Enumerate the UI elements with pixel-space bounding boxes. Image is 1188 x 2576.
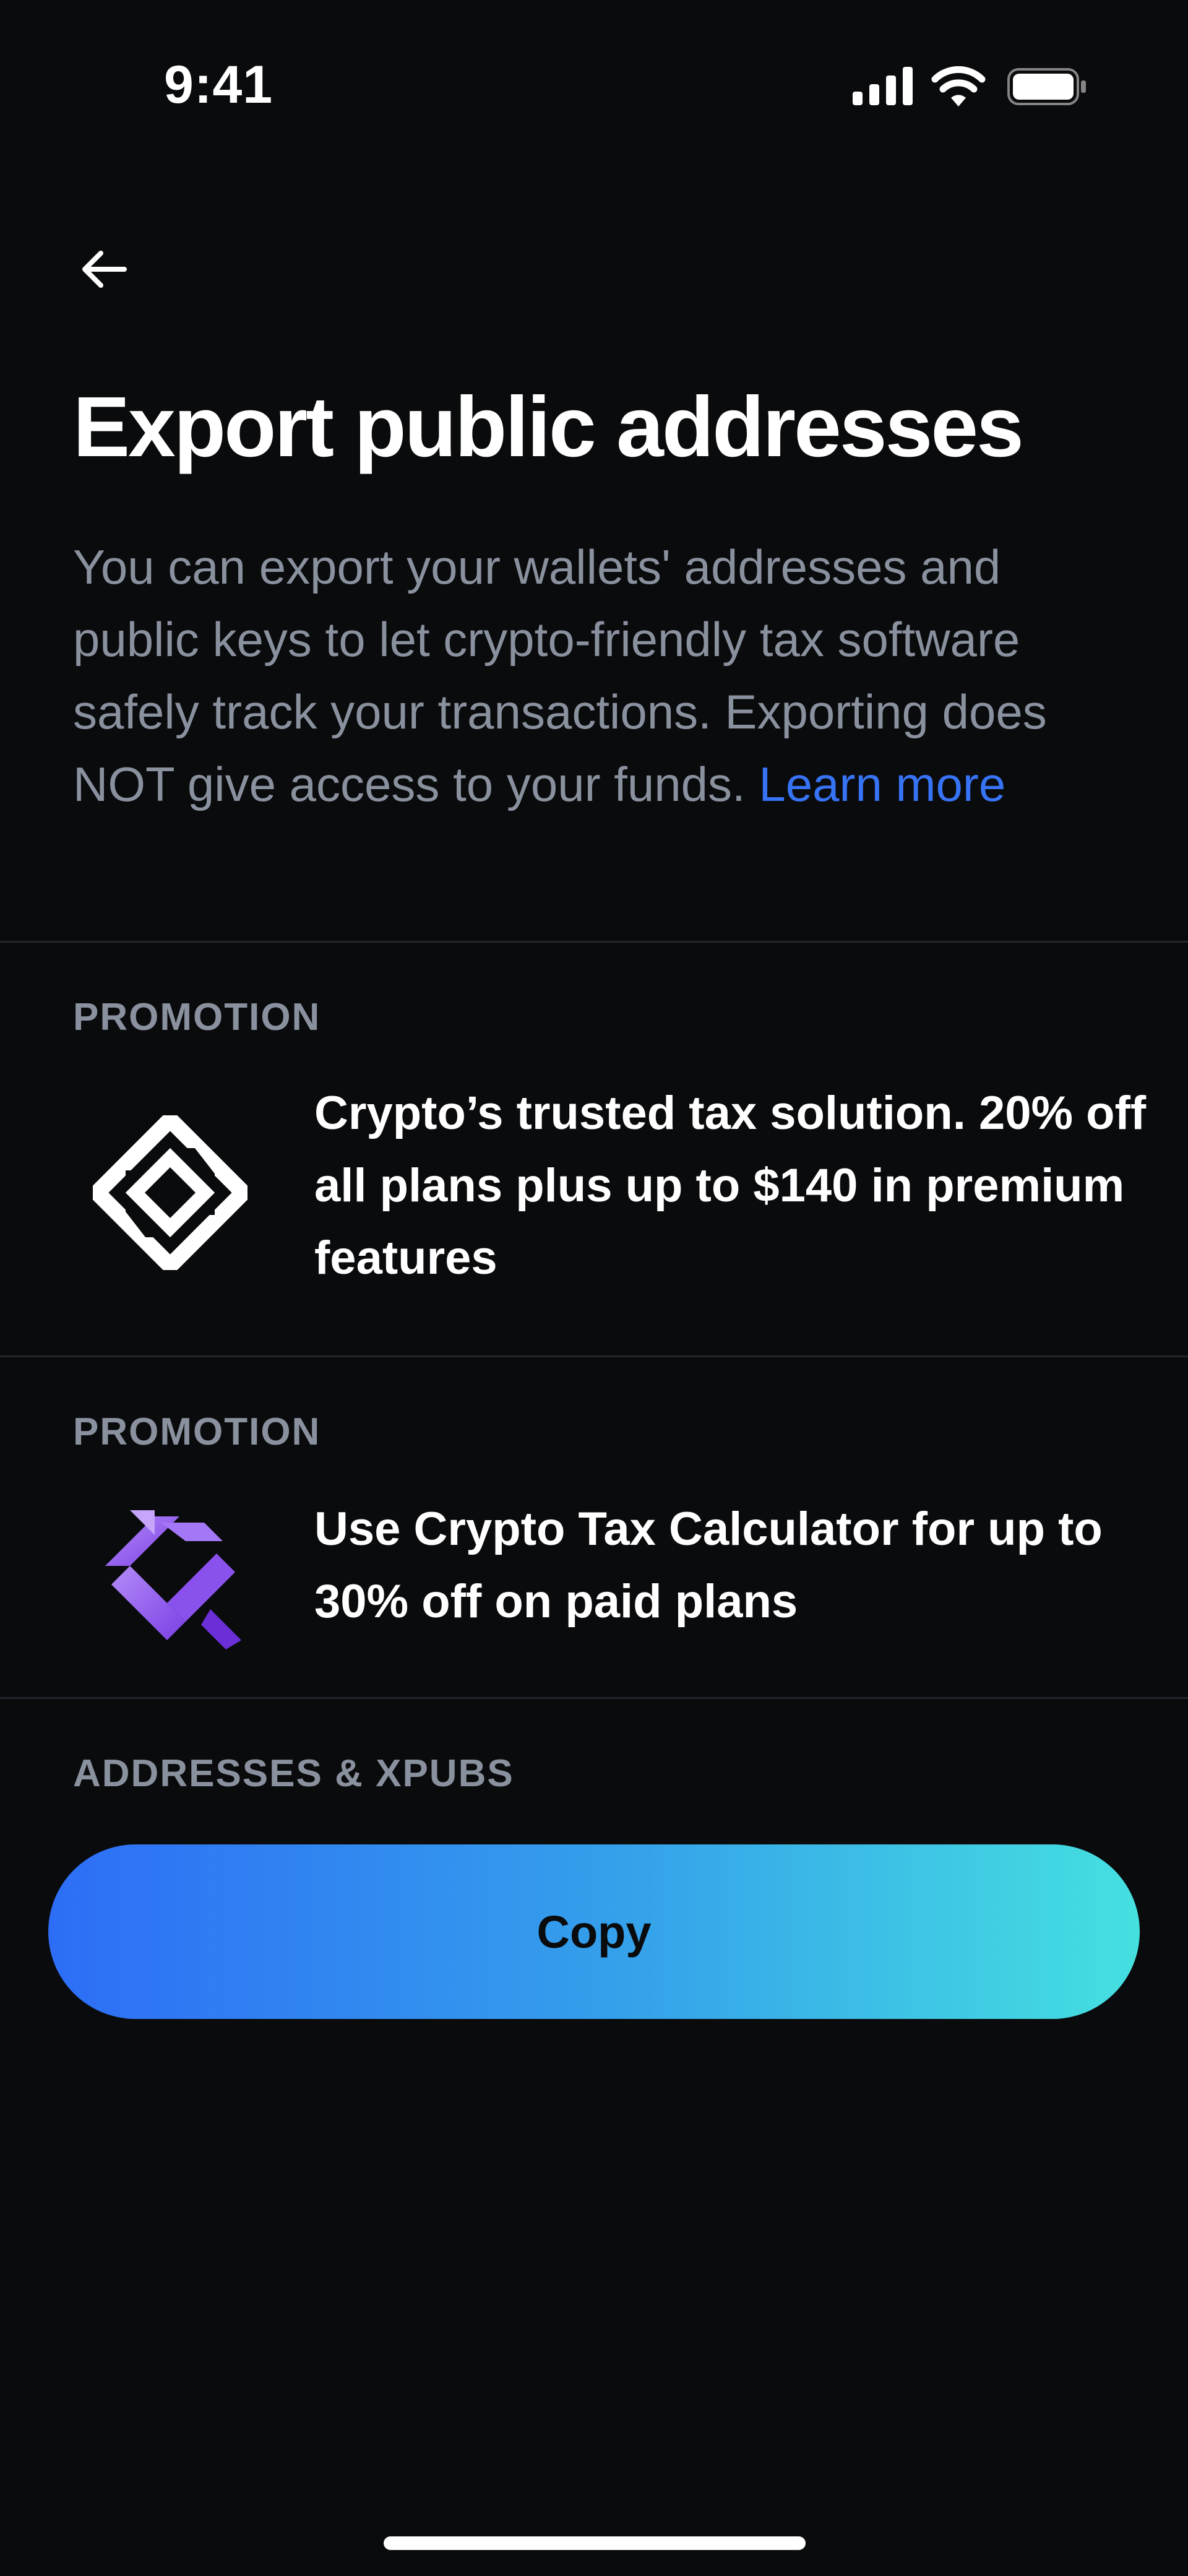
promotion-section-label: PROMOTION — [73, 996, 321, 1039]
status-bar: 9:41 — [0, 0, 1188, 173]
battery-icon — [1007, 68, 1086, 105]
promotion-item-tax-solution[interactable]: Crypto’s trusted tax solution. 20% off a… — [0, 1077, 1188, 1325]
status-time: 9:41 — [164, 55, 273, 115]
promotion-section-label: PROMOTION — [73, 1411, 321, 1453]
addresses-section-label: ADDRESSES & XPUBS — [73, 1752, 514, 1795]
wifi-icon — [931, 66, 986, 106]
home-indicator — [384, 2536, 806, 2550]
tax-solution-logo-icon — [93, 1115, 248, 1270]
divider — [0, 1355, 1188, 1357]
promotion-item-crypto-tax-calculator[interactable]: Use Crypto Tax Calculator for up to 30% … — [0, 1493, 1188, 1666]
page-title: Export public addresses — [73, 379, 1024, 475]
page-description: You can export your wallets' addresses a… — [73, 531, 1051, 821]
crypto-tax-calculator-logo-icon — [105, 1510, 241, 1649]
divider — [0, 1697, 1188, 1699]
back-button[interactable] — [69, 235, 137, 303]
cellular-signal-icon — [853, 67, 913, 105]
copy-button[interactable]: Copy — [48, 1844, 1140, 2019]
promotion-text: Use Crypto Tax Calculator for up to 30% … — [314, 1503, 1103, 1628]
learn-more-link[interactable]: Learn more — [759, 757, 1005, 811]
promotion-text: Crypto’s trusted tax solution. 20% off a… — [314, 1087, 1147, 1284]
arrow-left-icon — [82, 251, 127, 288]
divider — [0, 941, 1188, 943]
